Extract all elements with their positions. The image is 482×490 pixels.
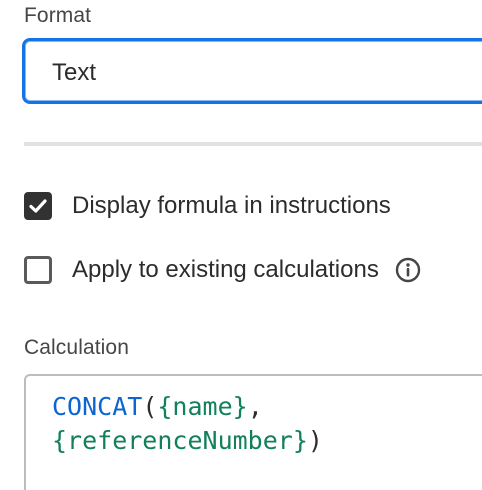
display-formula-checkbox[interactable]	[24, 192, 52, 220]
format-value: Text	[52, 59, 97, 86]
formula-arg-reference-number: {referenceNumber}	[52, 426, 308, 455]
calculation-label: Calculation	[24, 336, 129, 359]
checkmark-icon	[29, 199, 47, 213]
formula-separator: ,	[247, 392, 263, 421]
apply-existing-label: Apply to existing calculations	[72, 256, 379, 283]
display-formula-label: Display formula in instructions	[72, 192, 391, 219]
apply-existing-checkbox[interactable]	[24, 256, 52, 284]
section-divider	[24, 142, 482, 146]
info-icon[interactable]	[395, 257, 421, 283]
formula-arg-name: {name}	[157, 392, 248, 421]
calculation-settings-panel: Format Text Display formula in instructi…	[0, 0, 482, 490]
formula-close-paren: )	[307, 426, 323, 455]
format-label: Format	[24, 4, 92, 27]
formula-open-paren: (	[142, 392, 158, 421]
apply-existing-checkbox-row[interactable]: Apply to existing calculations	[24, 254, 421, 286]
formula-code: CONCAT({name}, {referenceNumber})	[52, 390, 323, 458]
format-picker[interactable]: Text	[22, 38, 482, 104]
calculation-editor[interactable]: CONCAT({name}, {referenceNumber})	[24, 374, 482, 490]
display-formula-checkbox-row[interactable]: Display formula in instructions	[24, 190, 391, 222]
formula-function: CONCAT	[52, 392, 143, 421]
